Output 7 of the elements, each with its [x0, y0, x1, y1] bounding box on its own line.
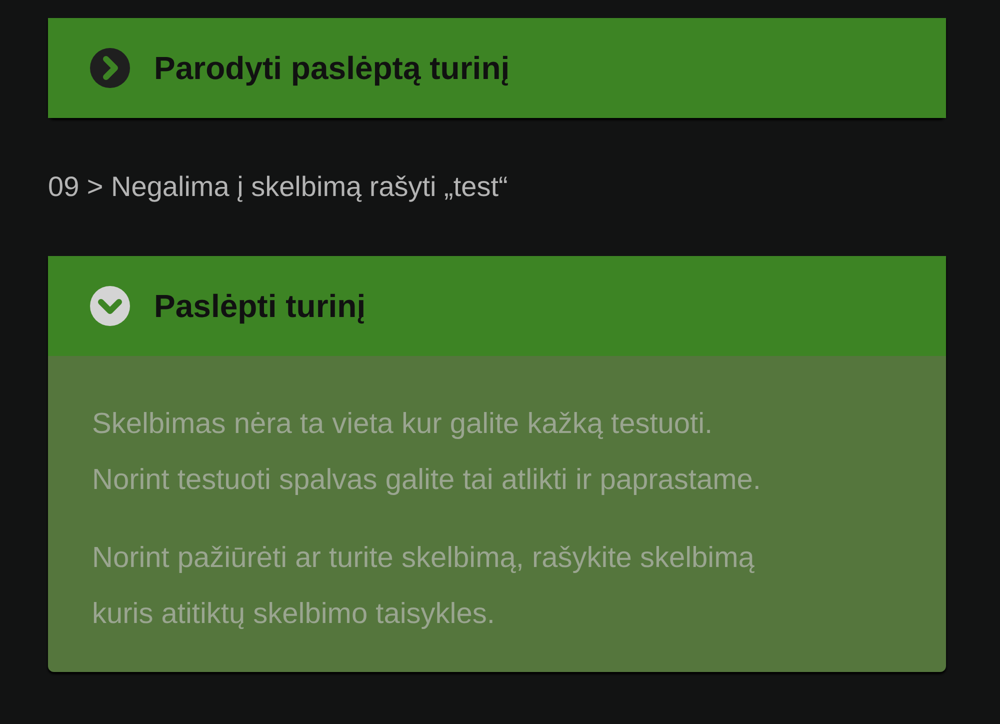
chevron-down-icon [90, 286, 130, 326]
accordion-toggle[interactable]: Parodyti paslėptą turinį [48, 18, 946, 118]
chevron-right-icon [90, 48, 130, 88]
content-paragraph: Skelbimas nėra ta vieta kur galite kažką testuoti. Norint testuoti spalvas galite tai atlikti ir paprastame. [92, 407, 762, 498]
accordion-toggle[interactable]: Paslėpti turinį [48, 256, 946, 356]
section-heading: 09 > Negalima į skelbimą rašyti „test“ [48, 170, 508, 204]
content-paragraph: Norint pažiūrėti ar turite skelbimą, rašykite skelbimą kuris atitiktų skelbimo taisykles. [92, 541, 756, 632]
